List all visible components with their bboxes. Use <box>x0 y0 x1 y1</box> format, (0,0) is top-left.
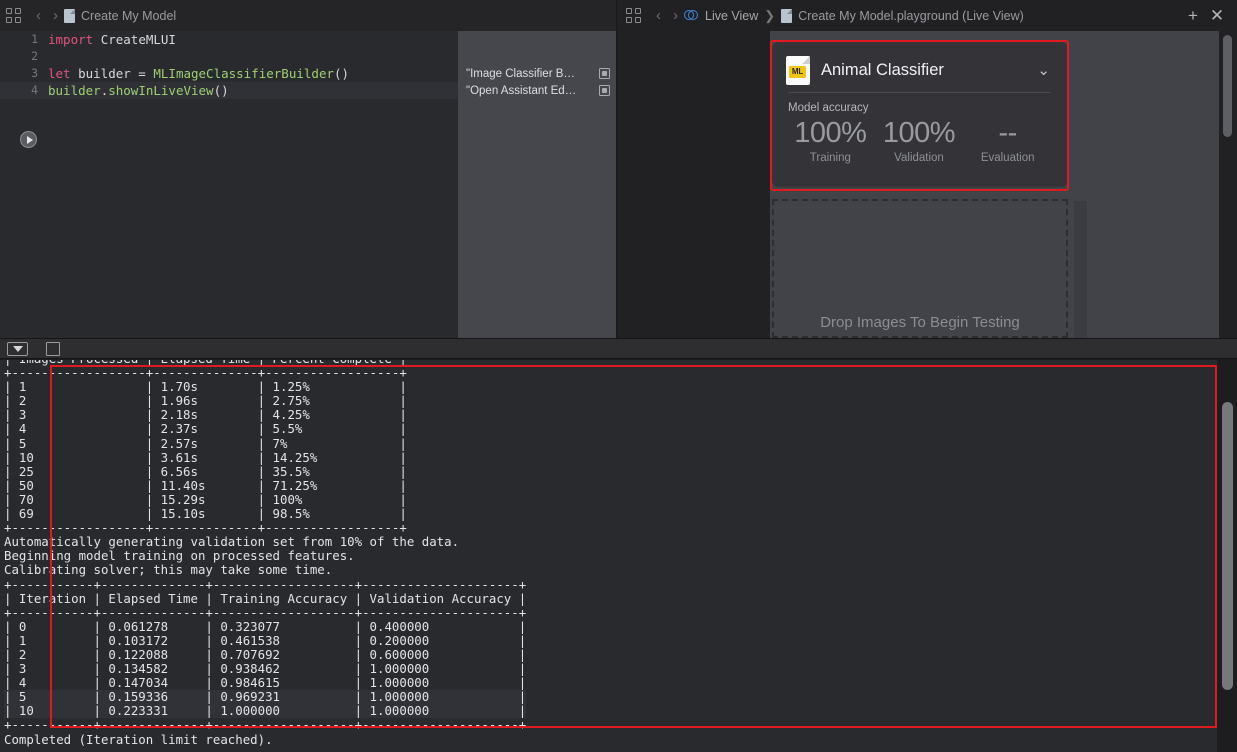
console-line: | 1 | 1.70s | 1.25% | <box>4 379 407 395</box>
code-area[interactable]: 1 import CreateMLUI 2 3 let builder = MLImag… <box>0 31 458 338</box>
console-line: | 3 | 0.134582 | 0.938462 | 1.000000 | <box>4 661 527 677</box>
document-icon <box>781 8 793 23</box>
metric-value: -- <box>998 117 1018 149</box>
ml-model-document-icon: ML <box>786 55 810 85</box>
breadcrumb-separator-icon: ❯ <box>764 7 776 23</box>
editor-jump-bar: ‹ › Create My Model <box>0 0 617 31</box>
back-icon[interactable]: ‹ <box>30 5 47 27</box>
console-output-pane[interactable]: | Images Processed | Elapsed Time | Perc… <box>0 360 1237 752</box>
classifier-card-header: ML Animal Classifier ⌄ <box>786 54 1052 86</box>
console-line: +-----------+--------------+------------… <box>4 576 527 592</box>
console-line: | 3 | 2.18s | 4.25% | <box>4 407 407 423</box>
console-scrollbar[interactable] <box>1217 360 1237 752</box>
live-view-jump-bar: ‹ › Live View ❯ Create My Model.playgrou… <box>617 0 1237 31</box>
breadcrumb-document-label[interactable]: Create My Model <box>81 9 176 23</box>
line-number: 4 <box>31 83 38 97</box>
console-line: | 4 | 2.37s | 5.5% | <box>4 421 407 437</box>
accuracy-metric: 100% Training <box>786 115 875 164</box>
metric-value: 100% <box>794 117 867 149</box>
line-number: 2 <box>31 49 38 63</box>
code-text: let builder = MLImageClassifierBuilder() <box>48 66 350 81</box>
drop-zone-scrollbar[interactable] <box>1074 201 1087 338</box>
classifier-card[interactable]: ML Animal Classifier ⌄ Model accuracy 10… <box>772 42 1068 187</box>
drop-zone-label: Drop Images To Begin Testing <box>820 314 1020 331</box>
source-editor: 1 import CreateMLUI 2 3 let builder = MLImag… <box>0 31 617 338</box>
show-result-icon[interactable] <box>599 68 610 79</box>
console-line: | 5 | 2.57s | 7% | <box>4 435 407 451</box>
console-line: +-----------+--------------+------------… <box>4 604 527 620</box>
live-view-pane: ML Animal Classifier ⌄ Model accuracy 10… <box>618 31 1237 338</box>
console-line: | 69 | 15.10s | 98.5% | <box>4 506 407 522</box>
classifier-title: Animal Classifier <box>821 60 944 79</box>
console-line: | 2 | 0.122088 | 0.707692 | 0.600000 | <box>4 646 527 662</box>
console-line: | 1 | 0.103172 | 0.461538 | 0.200000 | <box>4 632 527 648</box>
results-sidebar: "Image Classifier B… "Open Assistant Ed… <box>458 31 616 338</box>
window-toolbar: ‹ › Create My Model ‹ › Live View ❯ Crea… <box>0 0 1237 31</box>
ml-badge-label: ML <box>789 65 806 78</box>
grid-icon[interactable] <box>626 8 641 23</box>
result-row[interactable]: "Image Classifier B… <box>458 65 616 82</box>
show-result-icon[interactable] <box>599 85 610 96</box>
console-line: | 10 | 3.61s | 14.25% | <box>4 449 407 465</box>
scrollbar-thumb[interactable] <box>1223 35 1232 137</box>
result-value-label: "Open Assistant Ed… <box>466 84 577 97</box>
image-drop-zone[interactable]: Drop Images To Begin Testing <box>772 199 1068 338</box>
console-line: Calibrating solver; this may take some t… <box>4 562 333 578</box>
accuracy-metric: -- Evaluation <box>963 115 1052 164</box>
console-line: | Iteration | Elapsed Time | Training Ac… <box>4 590 527 606</box>
console-line: | 50 | 11.40s | 71.25% | <box>4 477 407 493</box>
console-line: | 5 | 0.159336 | 0.969231 | 1.000000 | <box>4 689 527 705</box>
console-line: | 25 | 6.56s | 35.5% | <box>4 463 407 479</box>
console-line: Completed (Iteration limit reached). <box>4 731 273 747</box>
xcode-playground-window: ‹ › Create My Model ‹ › Live View ❯ Crea… <box>0 0 1237 752</box>
console-line: | 70 | 15.29s | 100% | <box>4 491 407 507</box>
console-line: +------------------+--------------+-----… <box>4 365 407 381</box>
metric-label: Evaluation <box>980 152 1035 164</box>
result-value-label: "Image Classifier B… <box>466 67 575 80</box>
code-line[interactable]: 2 <box>0 48 458 65</box>
metric-label: Validation <box>894 152 944 164</box>
forward-icon[interactable]: › <box>47 5 64 27</box>
live-view-icon <box>684 8 699 23</box>
scrollbar-thumb[interactable] <box>1222 402 1233 690</box>
result-row[interactable]: "Open Assistant Ed… <box>458 82 616 99</box>
code-line[interactable]: 3 let builder = MLImageClassifierBuilder(… <box>0 65 458 82</box>
accuracy-metrics: 100% Training 100% Validation -- Evaluation <box>786 115 1052 164</box>
add-icon[interactable]: + <box>1181 4 1205 28</box>
metric-value: 100% <box>882 117 956 149</box>
line-number: 3 <box>31 66 38 80</box>
live-view-background <box>618 31 770 338</box>
console-line: Beginning model training on processed fe… <box>4 548 355 564</box>
back-icon[interactable]: ‹ <box>650 5 667 27</box>
debug-area-toolbar <box>0 338 1237 359</box>
show-hide-variables-button[interactable] <box>46 341 60 356</box>
console-text: | Images Processed | Elapsed Time | Perc… <box>4 360 527 747</box>
document-icon <box>64 8 75 23</box>
divider <box>788 92 1050 93</box>
close-icon[interactable]: ✕ <box>1205 4 1229 28</box>
line-number: 1 <box>31 32 38 46</box>
show-hide-console-button[interactable] <box>7 341 28 356</box>
live-view-scrollbar[interactable] <box>1219 31 1237 338</box>
chevron-down-icon[interactable]: ⌄ <box>1037 63 1052 78</box>
console-line: +------------------+--------------+-----… <box>4 520 407 536</box>
accuracy-metric: 100% Validation <box>875 115 964 164</box>
model-accuracy-label: Model accuracy <box>788 102 869 114</box>
console-line: +-----------+--------------+------------… <box>4 717 527 733</box>
code-line[interactable]: 4 builder.showInLiveView() <box>0 82 458 99</box>
grid-icon[interactable] <box>6 8 21 23</box>
code-line[interactable]: 1 import CreateMLUI <box>0 31 458 48</box>
console-line: | 10 | 0.223331 | 1.000000 | 1.000000 | <box>4 703 527 719</box>
run-playground-button[interactable] <box>20 131 37 148</box>
console-line: | 0 | 0.061278 | 0.323077 | 0.400000 | <box>4 618 527 634</box>
console-line: Automatically generating validation set … <box>4 534 460 550</box>
breadcrumb-playground-label[interactable]: Create My Model.playground (Live View) <box>798 9 1024 23</box>
metric-label: Training <box>809 152 851 164</box>
breadcrumb-live-view-label[interactable]: Live View <box>705 9 758 23</box>
code-text: import CreateMLUI <box>48 32 176 47</box>
forward-icon[interactable]: › <box>667 5 684 27</box>
console-line: | 2 | 1.96s | 2.75% | <box>4 393 407 409</box>
code-text: builder.showInLiveView() <box>48 83 229 98</box>
console-line: | 4 | 0.147034 | 0.984615 | 1.000000 | <box>4 675 527 691</box>
